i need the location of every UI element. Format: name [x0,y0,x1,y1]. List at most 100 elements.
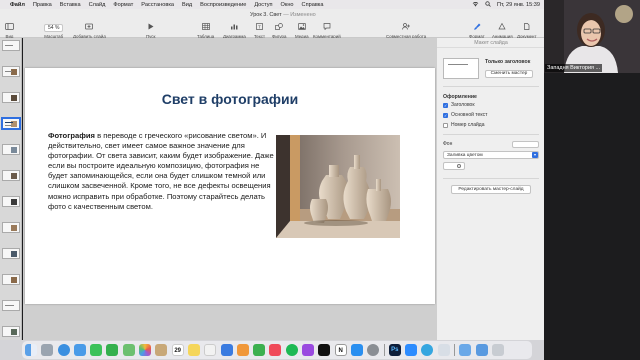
table-button[interactable]: Таблица [197,23,214,39]
menu-view[interactable]: Вид [182,2,192,8]
launchpad-icon[interactable] [41,344,54,356]
chart-button[interactable]: Диаграмма [223,23,246,39]
trash-icon[interactable] [491,344,504,356]
text-button[interactable]: T Текст [254,23,265,39]
reminders-icon[interactable] [204,344,217,356]
photoshop-icon[interactable]: Ps [388,344,401,356]
tv-icon[interactable] [318,344,331,356]
slide-thumbnail[interactable] [2,248,20,259]
slide-photo-vases[interactable] [276,135,400,238]
slide[interactable]: Свет в фотографии Фотография в переводе … [25,68,435,304]
photos-icon[interactable] [139,344,152,356]
change-master-button[interactable]: Сменить мастер [485,70,533,78]
checkbox-checked[interactable]: ✓ [443,102,448,108]
color-well[interactable] [443,162,465,170]
menu-format[interactable]: Формат [113,2,133,8]
pages-icon[interactable] [236,344,249,356]
menu-play[interactable]: Воспроизведение [200,2,246,8]
slide-title[interactable]: Свет в фотографии [25,91,435,107]
folder-icon[interactable] [459,344,472,356]
slide-thumbnail[interactable] [2,300,20,311]
dock-area: 29 N Ps [0,340,544,360]
media-button[interactable]: Медиа [295,23,309,39]
slide-number-checkbox-row[interactable]: Номер слайда [443,122,484,128]
music-icon[interactable] [269,344,282,356]
maps-icon[interactable] [122,344,135,356]
slide-thumbnail[interactable] [2,66,20,77]
participant-name: Западня Виктория ... [545,64,603,72]
shape-button[interactable]: Фигура [272,23,286,39]
format-button[interactable]: Формат [469,23,485,39]
zoom-value[interactable]: 54 % [44,24,64,32]
slide-thumbnail[interactable] [2,196,20,207]
edit-master-button[interactable]: Редактировать мастер-слайд [451,185,531,194]
slide-thumbnail[interactable] [2,274,20,285]
slide-thumbnail[interactable] [2,326,20,337]
menu-arrange[interactable]: Расстановка [141,2,174,8]
dock: 29 N Ps [22,341,532,359]
search-icon[interactable] [485,0,491,9]
status-area: Пт, 29 янв. 15:39 [472,0,540,9]
preview-icon[interactable] [437,344,450,356]
background-color-swatch[interactable] [512,141,539,148]
facetime-icon[interactable] [106,344,119,356]
zoom-control[interactable]: 54 % Масштаб [44,23,64,39]
keynote-icon[interactable] [220,344,233,356]
spotify-icon[interactable] [285,344,298,356]
wifi-icon[interactable] [472,1,479,9]
numbers-icon[interactable] [253,344,266,356]
calendar-icon[interactable]: 29 [171,344,184,356]
master-thumbnail[interactable] [443,58,479,79]
menu-file[interactable]: Файл [10,2,25,8]
slide-thumbnail[interactable] [2,222,20,233]
document-button[interactable]: Документ [517,23,536,39]
slide-thumbnail[interactable] [2,92,20,103]
telegram-icon[interactable] [421,344,434,356]
appstore-icon[interactable] [350,344,363,356]
slide-thumbnail[interactable] [2,40,20,51]
notes-icon[interactable] [187,344,200,356]
comment-button[interactable]: Комментарий [313,23,341,39]
menu-bar: Файл Правка Вставка Слайд Формат Расстан… [0,0,544,9]
downloads-icon[interactable] [475,344,488,356]
safari-icon[interactable] [57,344,70,356]
contacts-icon[interactable] [155,344,168,356]
menu-share[interactable]: Доступ [254,2,272,8]
animate-button[interactable]: Анимация [492,22,513,39]
menu-edit[interactable]: Правка [33,2,52,8]
podcasts-icon[interactable] [302,344,315,356]
zoom-icon[interactable] [405,344,418,356]
notion-icon[interactable]: N [334,344,347,356]
menu-insert[interactable]: Вставка [60,2,81,8]
add-slide-icon [85,23,94,33]
menu-help[interactable]: Справка [302,2,324,8]
slide-thumbnail[interactable] [2,144,20,155]
play-button[interactable]: Пуск [146,23,155,39]
fill-type-select[interactable]: Заливка цветом ▾ [443,151,539,159]
menu-slide[interactable]: Слайд [89,2,106,8]
collaborate-button[interactable]: Совместная работа [386,23,426,39]
fill-type-value: Заливка цветом [447,153,483,158]
slide-body-text[interactable]: Фотография в переводе с греческого «рисо… [48,131,274,212]
body-checkbox-row[interactable]: ✓ Основной текст [443,112,487,118]
slide-thumbnail[interactable] [2,170,20,181]
checkbox-label: Номер слайда [451,122,485,128]
mail-icon[interactable] [73,344,86,356]
inspector-panel: Макет слайда Только заголовок Сменить ма… [436,38,545,340]
finder-icon[interactable] [25,344,37,356]
checkbox-checked[interactable]: ✓ [443,112,448,118]
divider [443,86,539,87]
slide-canvas[interactable]: Свет в фотографии Фотография в переводе … [23,38,436,340]
color-picker-icon [457,164,461,168]
view-button[interactable]: Вид [5,23,14,39]
slide-thumbnail-selected[interactable] [2,118,20,129]
messages-icon[interactable] [90,344,103,356]
media-icon [297,23,306,33]
slide-navigator[interactable] [0,38,22,340]
menu-window[interactable]: Окно [281,2,294,8]
settings-icon[interactable] [367,344,380,356]
checkbox-unchecked[interactable] [443,122,448,128]
add-slide-button[interactable]: Добавить слайд [73,23,106,39]
menubar-clock[interactable]: Пт, 29 янв. 15:39 [497,2,540,8]
title-checkbox-row[interactable]: ✓ Заголовок [443,102,475,108]
